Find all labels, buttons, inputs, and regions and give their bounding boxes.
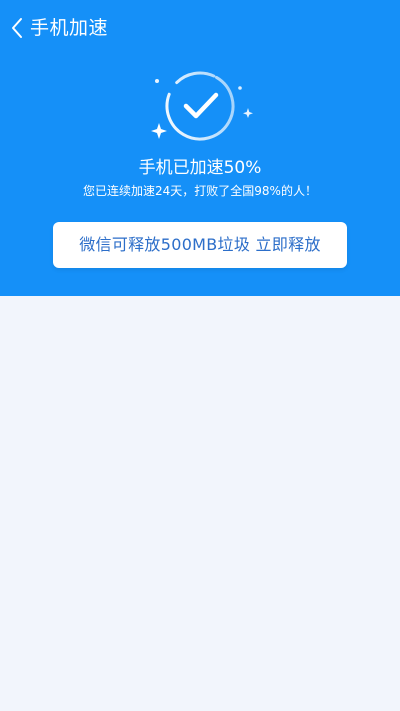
header-panel: 手机加速 手机已加速50% 您已连续加速24天，打败了全国98%的人！ 微信可释… — [0, 0, 400, 296]
content-area — [0, 296, 400, 711]
boost-subline: 您已连续加速24天，打败了全国98%的人！ — [83, 184, 317, 198]
release-junk-button[interactable]: 微信可释放500MB垃圾 立即释放 — [53, 222, 347, 268]
checkmark-circle-icon — [151, 71, 253, 141]
top-bar: 手机加速 — [0, 0, 400, 56]
page-title: 手机加速 — [30, 17, 109, 39]
boost-badge — [145, 68, 255, 148]
boost-headline: 手机已加速50% — [138, 158, 262, 178]
app-screen: 手机加速 手机已加速50% 您已连续加速24天，打败了全国98%的人！ 微信可释… — [0, 0, 400, 711]
